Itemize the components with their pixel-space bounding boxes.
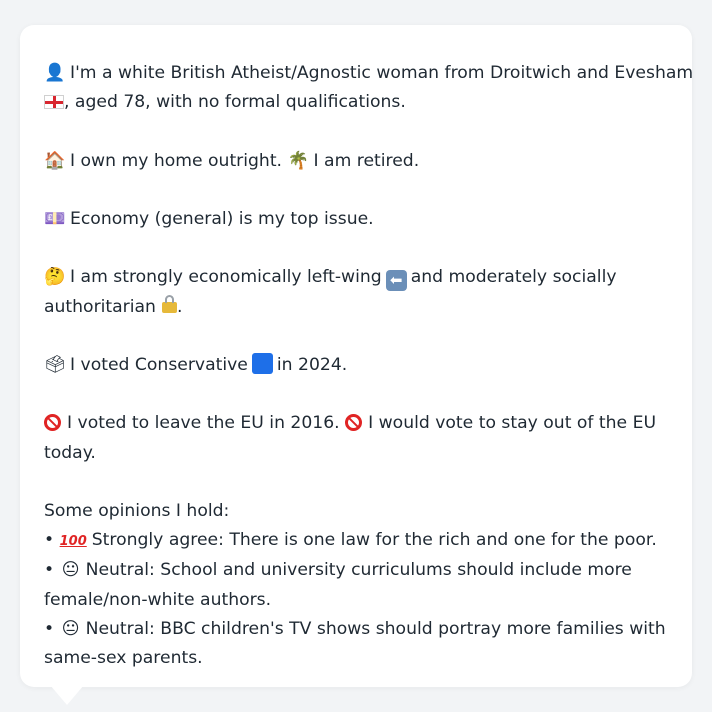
bullet: •	[44, 618, 55, 639]
top-issue-line: 💷 Economy (general) is my top issue.	[44, 205, 668, 234]
person-icon: 👤	[44, 63, 66, 83]
ideology-line-1: 🤔 I am strongly economically left-wing ⬅ an…	[44, 263, 668, 292]
money-icon: 💷	[44, 208, 66, 229]
opinion-item: • 100 Strongly agree: There is one law fo…	[44, 526, 668, 556]
message-bubble: 👤 I'm a white British Atheist/Agnostic wo…	[20, 25, 693, 687]
bullet: •	[44, 530, 55, 551]
opinion-item: • 😐 Neutral: School and university curric…	[44, 556, 668, 585]
prohibited-icon	[44, 414, 61, 432]
neutral-face-icon: 😐	[61, 618, 80, 639]
vote-line: 🗳 I voted Conservative in 2024.	[44, 351, 668, 380]
bubble-tail	[50, 685, 84, 705]
neutral-face-icon: 😐	[61, 560, 80, 581]
eu-line-2: today.	[44, 442, 96, 463]
opinions-heading: Some opinions I hold:	[44, 500, 230, 521]
identity-line-1: 👤 I'm a white British Atheist/Agnostic wo…	[44, 59, 693, 88]
palm-tree-icon: 🌴	[287, 150, 310, 171]
eu-line-1: I voted to leave the EU in 2016. I would…	[44, 409, 668, 438]
identity-line-2: , aged 78, with no formal qualifications…	[44, 88, 668, 117]
blue-square-icon	[251, 352, 273, 374]
house-icon: 🏠	[44, 150, 66, 171]
opinion-item-continued: female/non-white authors.	[44, 589, 272, 610]
lock-icon	[161, 294, 177, 313]
home-line: 🏠 I own my home outright. 🌴 I am retired.	[44, 147, 668, 176]
thinking-face-icon: 🤔	[44, 267, 66, 288]
opinion-item-continued: same-sex parents.	[44, 647, 203, 668]
left-arrow-icon: ⬅	[385, 270, 407, 292]
bullet: •	[44, 560, 55, 581]
ballot-box-icon: 🗳	[44, 354, 66, 375]
hundred-points-icon: 100	[59, 534, 87, 550]
england-flag-icon	[44, 95, 64, 110]
prohibited-icon	[345, 414, 363, 432]
opinion-item: • 😐 Neutral: BBC children's TV shows shou…	[44, 615, 668, 644]
ideology-line-2: authoritarian.	[44, 294, 183, 317]
